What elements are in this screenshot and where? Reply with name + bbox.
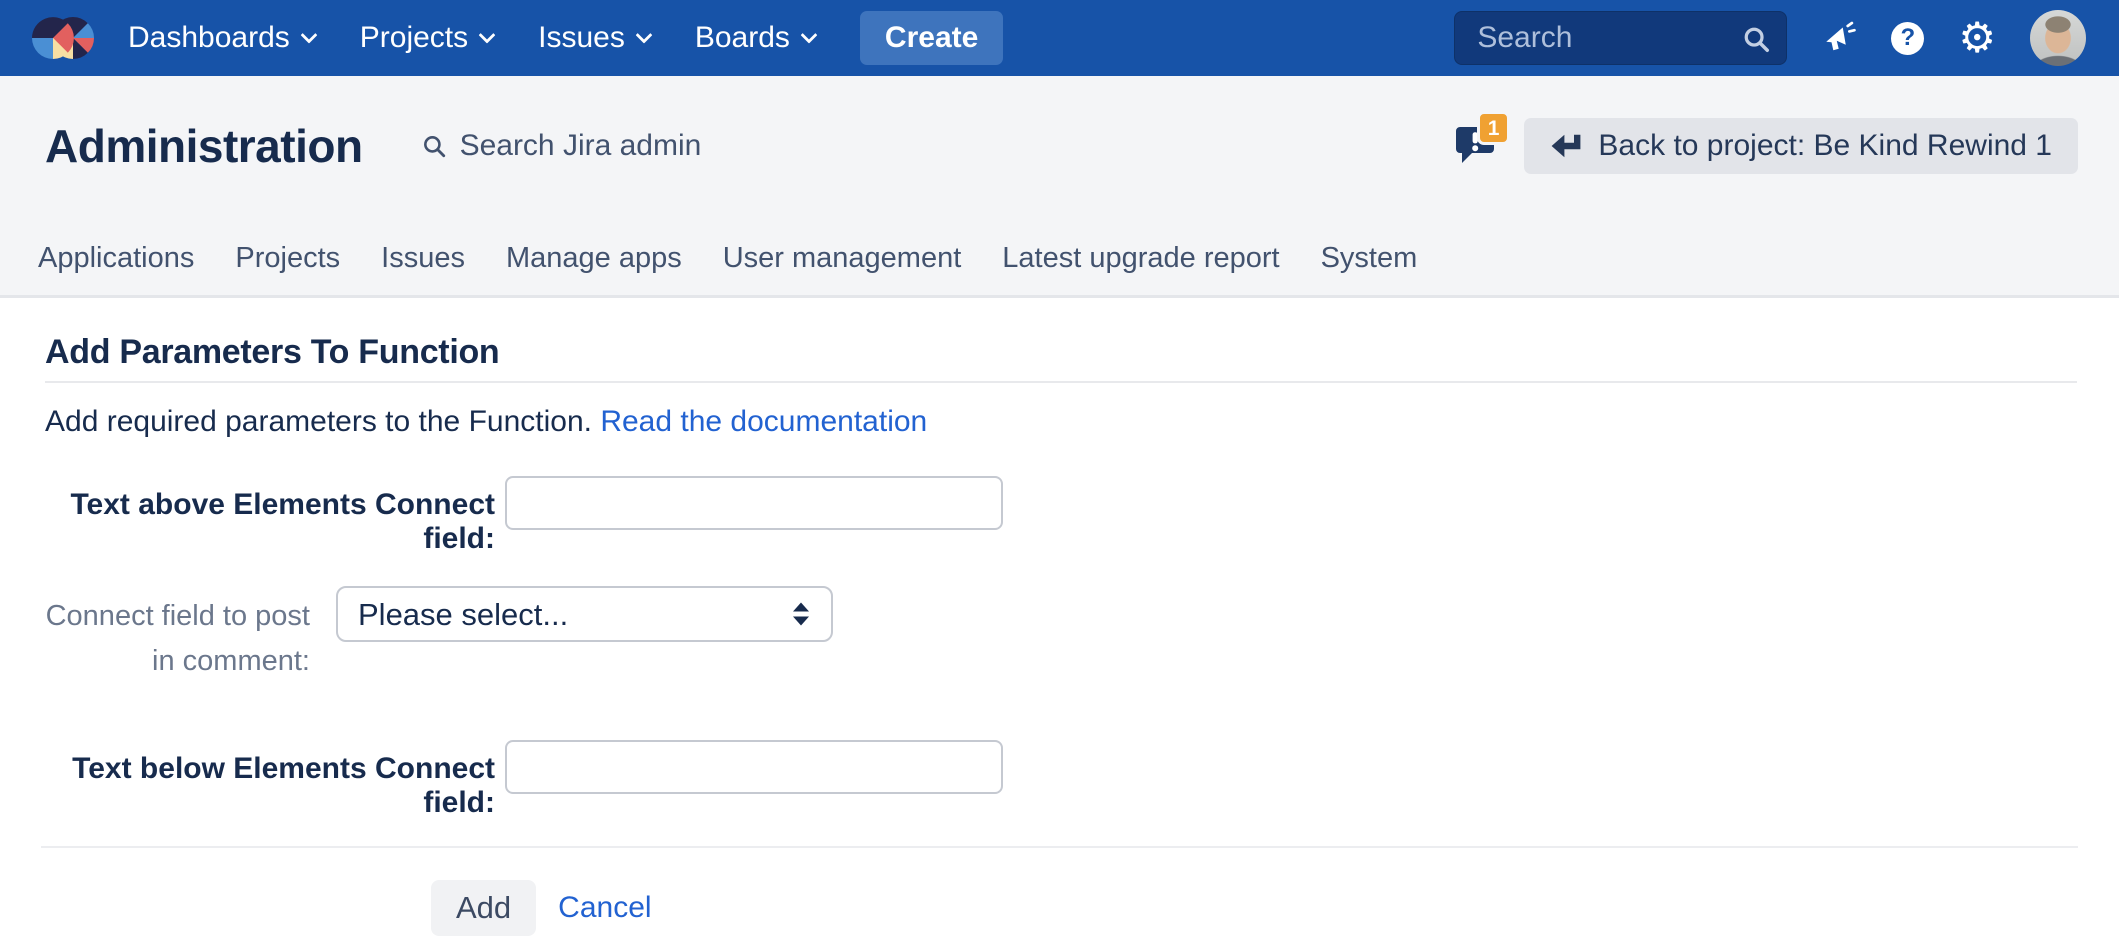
help-icon: ?: [1891, 22, 1924, 55]
nav-item-boards[interactable]: Boards: [695, 21, 815, 55]
form-control: [505, 740, 1003, 794]
admin-search-link[interactable]: Search Jira admin: [421, 129, 702, 163]
search-icon: [421, 133, 447, 159]
admin-header-right: 1 Back to project: Be Kind Rewind 1: [1452, 118, 2078, 174]
nav-item-issues[interactable]: Issues: [538, 21, 650, 55]
nav-item-projects[interactable]: Projects: [360, 21, 493, 55]
tab-user-management[interactable]: User management: [723, 240, 962, 276]
section-title: Add Parameters To Function: [45, 332, 2077, 372]
help-button[interactable]: ?: [1891, 22, 1924, 55]
text-above-label: Text above Elements Connect field:: [45, 476, 495, 556]
tab-manage-apps[interactable]: Manage apps: [506, 240, 682, 276]
settings-button[interactable]: ⚙: [1958, 17, 1996, 59]
main-content: Add Parameters To Function Add required …: [0, 298, 2119, 936]
intro-text: Add required parameters to the Function.…: [45, 403, 2078, 441]
app-logo-icon[interactable]: [30, 15, 96, 61]
form-divider: [41, 846, 2078, 848]
connect-field-label-line2: in comment:: [45, 639, 310, 684]
parameters-form: Text above Elements Connect field: Conne…: [45, 476, 2078, 820]
notification-count-badge: 1: [1477, 111, 1511, 145]
navbar-search: [1454, 11, 1787, 65]
section-header: Add Parameters To Function: [45, 332, 2077, 383]
page: Dashboards Projects Issues Boards Create: [0, 0, 2119, 880]
form-control: Please select...: [336, 586, 833, 642]
text-above-input[interactable]: [505, 476, 1003, 530]
admin-tabs: Applications Projects Issues Manage apps…: [38, 240, 2078, 276]
page-title: Administration: [45, 118, 363, 174]
navbar-right-cluster: ? ⚙: [1454, 10, 2086, 66]
back-to-project-label: Back to project: Be Kind Rewind 1: [1598, 129, 2052, 163]
chevron-down-icon: [300, 27, 317, 44]
back-to-project-button[interactable]: Back to project: Be Kind Rewind 1: [1524, 118, 2078, 174]
nav-item-dashboards[interactable]: Dashboards: [128, 21, 315, 55]
return-arrow-icon: [1550, 133, 1582, 159]
admin-search-label: Search Jira admin: [460, 129, 702, 163]
nav-item-label: Projects: [360, 21, 468, 55]
read-documentation-link[interactable]: Read the documentation: [600, 405, 927, 438]
announcements-button[interactable]: [1821, 20, 1857, 56]
megaphone-icon: [1821, 20, 1857, 56]
nav-item-label: Issues: [538, 21, 625, 55]
create-button[interactable]: Create: [860, 11, 1003, 65]
gear-icon: ⚙: [1958, 17, 1996, 59]
form-actions: Add Cancel: [45, 880, 2078, 936]
notifications-button[interactable]: 1: [1452, 123, 1500, 169]
connect-field-label-line1: Connect field to post: [45, 594, 310, 639]
admin-title-row: Administration Search Jira admin 1: [45, 118, 2078, 174]
user-avatar[interactable]: [2030, 10, 2086, 66]
tab-issues[interactable]: Issues: [381, 240, 465, 276]
connect-field-label: Connect field to post in comment:: [45, 586, 310, 684]
form-row-text-above: Text above Elements Connect field:: [45, 476, 2078, 556]
tab-projects[interactable]: Projects: [235, 240, 340, 276]
tab-applications[interactable]: Applications: [38, 240, 194, 276]
help-glyph: ?: [1901, 24, 1916, 52]
search-icon[interactable]: [1741, 24, 1771, 54]
chevron-down-icon: [479, 27, 496, 44]
chevron-down-icon: [635, 27, 652, 44]
tab-latest-upgrade-report[interactable]: Latest upgrade report: [1002, 240, 1279, 276]
chevron-down-icon: [800, 27, 817, 44]
form-row-connect-field: Connect field to post in comment: Please…: [45, 586, 2078, 684]
navbar-search-input[interactable]: [1454, 11, 1787, 65]
primary-nav: Dashboards Projects Issues Boards: [128, 21, 815, 55]
form-control: [505, 476, 1003, 530]
nav-item-label: Boards: [695, 21, 790, 55]
intro-sentence: Add required parameters to the Function.: [45, 405, 592, 438]
text-below-label: Text below Elements Connect field:: [45, 740, 495, 820]
cancel-link[interactable]: Cancel: [558, 891, 651, 925]
connect-field-select[interactable]: Please select...: [336, 586, 833, 642]
tab-system[interactable]: System: [1321, 240, 1418, 276]
admin-header: Administration Search Jira admin 1: [0, 76, 2119, 298]
add-button[interactable]: Add: [431, 880, 536, 936]
top-navbar: Dashboards Projects Issues Boards Create: [0, 0, 2119, 76]
nav-item-label: Dashboards: [128, 21, 290, 55]
text-below-input[interactable]: [505, 740, 1003, 794]
form-row-text-below: Text below Elements Connect field:: [45, 740, 2078, 820]
